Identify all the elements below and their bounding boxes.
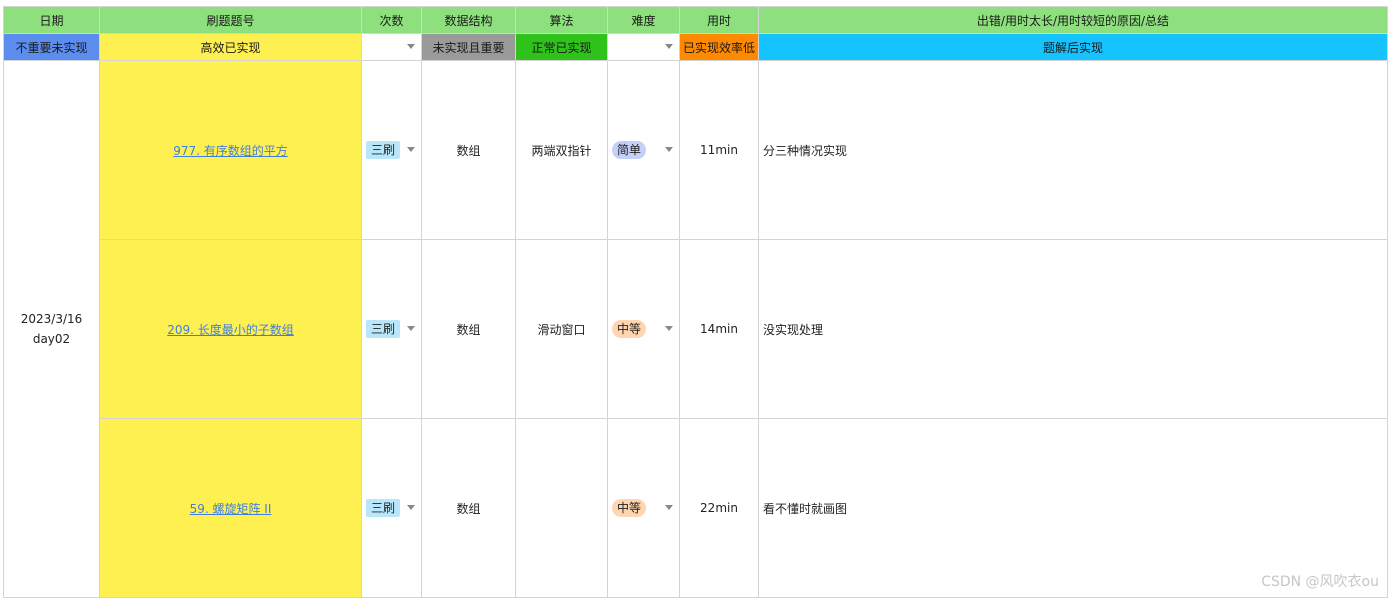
- date-cell[interactable]: 2023/3/16 day02: [3, 60, 100, 598]
- table-row: 209. 长度最小的子数组 三刷 数组 滑动窗口 中等 14min 没实现处理: [4, 239, 1388, 419]
- problem-link[interactable]: 209. 长度最小的子数组: [167, 323, 294, 337]
- times-cell[interactable]: 三刷: [361, 418, 422, 598]
- problem-title-cell: 59. 螺旋矩阵 II: [99, 418, 362, 598]
- day-text: day02: [32, 332, 71, 346]
- chevron-down-icon[interactable]: [407, 147, 415, 152]
- algorithm-cell[interactable]: 两端双指针: [515, 60, 608, 240]
- legend-efficient[interactable]: 高效已实现: [99, 33, 362, 61]
- legend-important-unimplemented[interactable]: 未实现且重要: [421, 33, 516, 61]
- chevron-down-icon[interactable]: [665, 147, 673, 152]
- header-time-used[interactable]: 用时: [679, 6, 759, 34]
- legend-normal[interactable]: 正常已实现: [515, 33, 608, 61]
- algorithm-cell[interactable]: 滑动窗口: [515, 239, 608, 419]
- notes-cell[interactable]: 分三种情况实现: [758, 60, 1388, 240]
- date-text: 2023/3/16: [20, 312, 83, 326]
- times-cell[interactable]: 三刷: [361, 239, 422, 419]
- difficulty-cell[interactable]: 中等: [607, 418, 680, 598]
- legend-after-solution[interactable]: 题解后实现: [758, 33, 1388, 61]
- legend-inefficient[interactable]: 已实现效率低: [679, 33, 759, 61]
- spreadsheet: 日期 刷题题号 次数 数据结构 算法 难度 用时 出错/用时太长/用时较短的原因…: [3, 6, 1388, 598]
- algorithm-cell[interactable]: [515, 418, 608, 598]
- problem-link[interactable]: 977. 有序数组的平方: [173, 144, 288, 158]
- chevron-down-icon[interactable]: [407, 44, 415, 49]
- times-cell[interactable]: 三刷: [361, 60, 422, 240]
- header-row: 日期 刷题题号 次数 数据结构 算法 难度 用时 出错/用时太长/用时较短的原因…: [3, 6, 1388, 34]
- times-tag: 三刷: [366, 141, 401, 159]
- difficulty-tag: 中等: [612, 320, 647, 338]
- chevron-down-icon[interactable]: [665, 44, 673, 49]
- difficulty-tag: 简单: [612, 141, 647, 159]
- data-structure-cell[interactable]: 数组: [421, 60, 516, 240]
- data-structure-cell[interactable]: 数组: [421, 239, 516, 419]
- table-row: 2023/3/16 day02 977. 有序数组的平方 三刷 数组 两端双指针…: [3, 60, 1388, 598]
- notes-cell[interactable]: 没实现处理: [758, 239, 1388, 419]
- problem-title-cell: 977. 有序数组的平方: [99, 60, 362, 240]
- times-tag: 三刷: [366, 320, 401, 338]
- header-algorithm[interactable]: 算法: [515, 6, 608, 34]
- time-used-cell[interactable]: 22min: [679, 418, 759, 598]
- time-used-cell[interactable]: 11min: [679, 60, 759, 240]
- difficulty-cell[interactable]: 中等: [607, 239, 680, 419]
- legend-times-select[interactable]: [361, 33, 422, 61]
- watermark: CSDN @风吹衣ou: [1261, 574, 1379, 590]
- difficulty-tag: 中等: [612, 499, 647, 517]
- difficulty-cell[interactable]: 简单: [607, 60, 680, 240]
- header-notes[interactable]: 出错/用时太长/用时较短的原因/总结: [758, 6, 1388, 34]
- legend-difficulty-select[interactable]: [607, 33, 680, 61]
- chevron-down-icon[interactable]: [665, 505, 673, 510]
- chevron-down-icon[interactable]: [665, 326, 673, 331]
- legend-row: 不重要未实现 高效已实现 未实现且重要 正常已实现 已实现效率低 题解后实现: [3, 33, 1388, 61]
- problem-table: 日期 刷题题号 次数 数据结构 算法 难度 用时 出错/用时太长/用时较短的原因…: [3, 6, 1388, 598]
- legend-not-important[interactable]: 不重要未实现: [3, 33, 100, 61]
- data-structure-cell[interactable]: 数组: [421, 418, 516, 598]
- problem-link[interactable]: 59. 螺旋矩阵 II: [190, 502, 272, 516]
- chevron-down-icon[interactable]: [407, 326, 415, 331]
- header-title[interactable]: 刷题题号: [99, 6, 362, 34]
- chevron-down-icon[interactable]: [407, 505, 415, 510]
- header-date[interactable]: 日期: [3, 6, 100, 34]
- table-row: 59. 螺旋矩阵 II 三刷 数组 中等 22min 看不懂时就画图: [4, 418, 1388, 598]
- times-tag: 三刷: [366, 499, 401, 517]
- header-data-structure[interactable]: 数据结构: [421, 6, 516, 34]
- header-difficulty[interactable]: 难度: [607, 6, 680, 34]
- time-used-cell[interactable]: 14min: [679, 239, 759, 419]
- header-times[interactable]: 次数: [361, 6, 422, 34]
- problem-title-cell: 209. 长度最小的子数组: [99, 239, 362, 419]
